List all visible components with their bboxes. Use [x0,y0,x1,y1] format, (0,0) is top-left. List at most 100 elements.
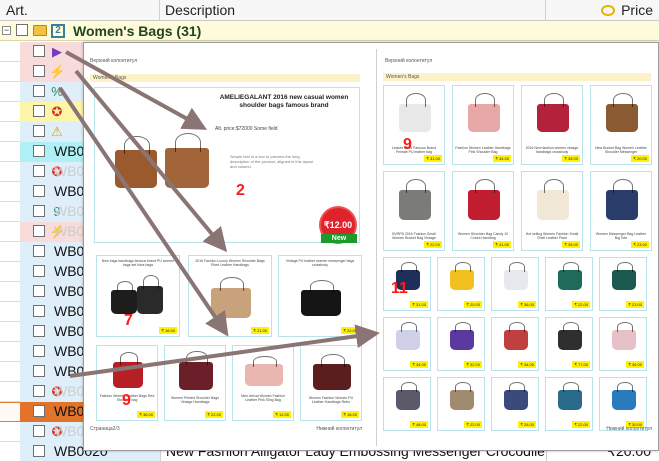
row-art-number: WB0 [54,223,85,239]
row-checkbox[interactable] [33,65,45,77]
price-tag: ₹ 23.00 [631,241,649,248]
row-checkbox[interactable] [33,85,45,97]
group-checkbox[interactable] [16,24,28,36]
price-tag: ₹ 34.00 [518,361,536,368]
bag-image [468,178,500,220]
new-badge: New [321,234,357,243]
price-tag: ₹ 22.00 [424,241,442,248]
collapse-toggle[interactable]: − [2,26,11,35]
featured-title: AMELIEGALANT 2016 new casual women shoul… [219,94,349,109]
product-card: New Bucket Bag Women Leather Shoulder Me… [590,85,652,165]
product-card: ₹ 20.00 [437,257,485,311]
row-art-number: WB0 [54,403,85,419]
product-caption: Women Shoulder Bag Candy 10 Colors Handb… [457,232,509,240]
product-card: ₹ 34.00 [383,317,431,371]
price-tag: ₹ 32.00 [464,361,482,368]
bag-image [211,276,251,318]
product-card: Fashion Women Leather Handbags Pink Shou… [452,85,514,165]
group-row-womens-bags[interactable]: − 2 Women's Bags (31) [0,21,659,41]
bag-image [399,178,431,220]
coin-icon [601,5,616,16]
product-caption: New bags handbags famous brand PU women … [101,259,175,267]
row-art-number: WB0 [54,423,85,439]
price-tag: ₹ 16.00 [159,327,177,334]
flag-icon: ▶ [52,44,62,59]
bag-image [165,132,209,188]
product-caption: Leisure 2016 Famous Brand Female PU leat… [391,146,437,154]
bag-image [606,93,638,132]
row-art-number: WB0 [54,323,85,339]
bag-image [558,262,582,290]
row-checkbox[interactable] [33,345,45,357]
bag-image [450,322,474,350]
product-caption: BVRFB 2016 Fashion Small Women Bucket Ba… [392,232,436,240]
row-art-number: WB0 [54,163,85,179]
folder-icon [33,25,47,36]
price-tag: ₹ 12.00 [273,411,291,418]
row-checkbox[interactable] [33,305,45,317]
page-footer-right: Нижний колонтитул [606,426,652,432]
bag-image [450,262,474,290]
featured-description: Simple text in a box to preview the long… [230,154,314,169]
row-checkbox[interactable] [33,365,45,377]
bag-image [245,355,283,386]
column-header-price[interactable]: Price [546,0,659,21]
row-checkbox[interactable] [33,45,45,57]
column-header-art[interactable]: Art. [0,0,160,21]
row-checkbox[interactable] [33,405,45,417]
price-tag: ₹ 36.00 [137,411,155,418]
row-checkbox[interactable] [33,165,45,177]
bag-image [396,382,420,410]
bag-image [537,93,569,132]
row-checkbox[interactable] [33,145,45,157]
column-header-description-label: Description [165,2,236,18]
row-checkbox[interactable] [33,425,45,437]
preview-page-left: Верхний колонтитул Women's Bags AMELIEGA… [88,49,366,446]
price-tag: ₹ 21.00 [251,327,269,334]
row-checkbox[interactable] [33,285,45,297]
bag-image [115,135,157,188]
price-tag: ₹ 22.00 [341,327,359,334]
annotation-number: 2 [236,182,245,199]
product-card: Women Printed Shoulder Bags Vintage Hand… [164,345,226,421]
row-checkbox[interactable] [33,225,45,237]
price-tag: ₹ 36.00 [518,301,536,308]
bag-image [606,178,638,220]
bag-image [612,322,636,350]
row-art-number: WB0 [54,243,85,259]
row-checkbox[interactable] [33,445,45,457]
row-checkbox[interactable] [33,125,45,137]
row-checkbox[interactable] [33,185,45,197]
bag-image [504,322,528,350]
product-card: ₹ 36.00 [599,317,647,371]
row-checkbox[interactable] [33,205,45,217]
page-header-text: Верхний колонтитул [90,58,138,64]
annotation-number: 9 [403,136,412,153]
page-header-text: Верхний колонтитул [385,58,433,64]
annotation-number: 11 [391,280,408,297]
product-card: ₹ 22.00 [545,257,593,311]
row-art-number: WB0 [54,343,85,359]
bag-image [111,280,137,314]
product-card: Hot selling Women Fashion Small Shell Le… [521,171,583,251]
price-tag: ₹ 28.00 [518,421,536,428]
page-group-band: Women's Bags [90,74,360,82]
price-tag: ₹ 22.00 [572,301,590,308]
product-caption: Fashion Women Leather Handbags Pink Shou… [455,146,511,154]
product-card: ₹ 30.00 [599,377,647,431]
row-art-number: WB0 [54,363,85,379]
row-art-number: WB0 [54,143,85,159]
product-card: Women Messenger Bag Leather Big Tote ₹ 23… [590,171,652,251]
row-checkbox[interactable] [33,325,45,337]
bag-image [399,93,431,132]
column-header-art-label: Art. [6,2,28,18]
column-header-description[interactable]: Description [160,0,546,21]
row-checkbox[interactable] [33,265,45,277]
row-checkbox[interactable] [33,105,45,117]
price-tag: ₹ 41.00 [493,241,511,248]
product-card: Vintage PU leather women messenger bags … [278,255,362,337]
price-tag: ₹ 22.00 [572,421,590,428]
bag-image [179,351,213,390]
row-checkbox[interactable] [33,385,45,397]
row-checkbox[interactable] [33,245,45,257]
